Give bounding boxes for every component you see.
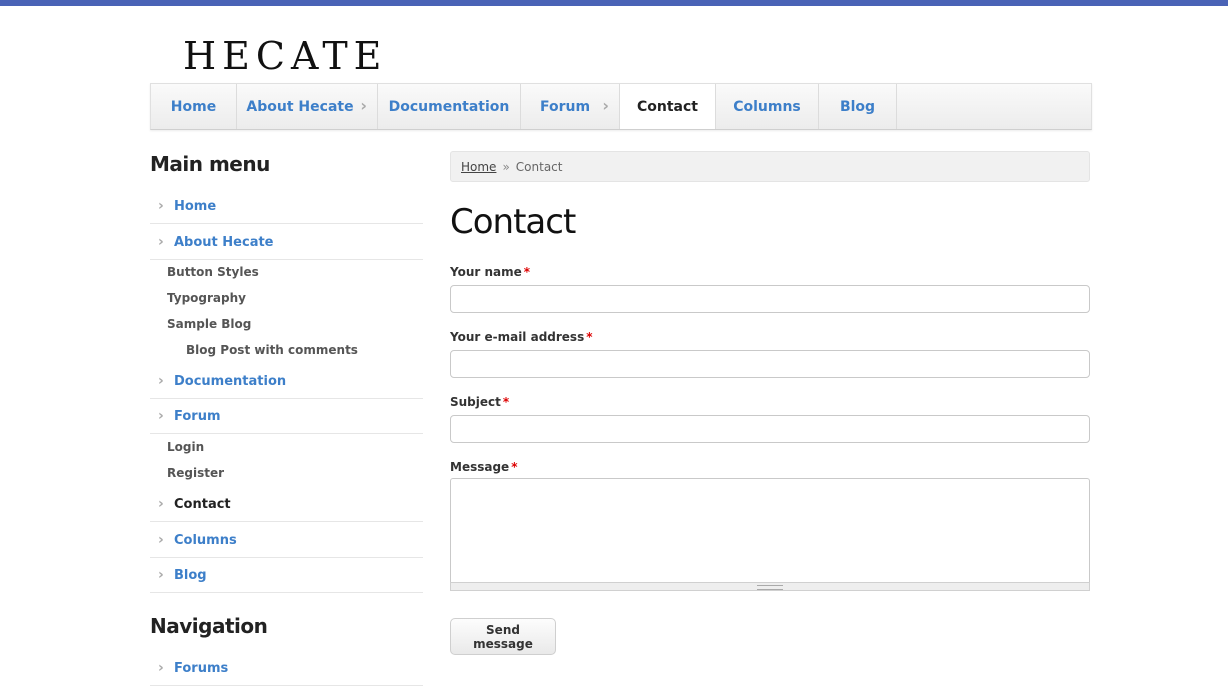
chevron-right-icon: › (158, 234, 164, 250)
subject-label-text: Subject (450, 395, 501, 409)
name-field[interactable] (450, 285, 1090, 313)
required-mark: * (502, 395, 510, 409)
sidebar-item-label: Documentation (174, 373, 287, 389)
top-accent-bar (0, 0, 1228, 6)
sidebar-item-label: Columns (174, 532, 237, 548)
sidebar-item-sample-blog[interactable]: Sample Blog (167, 317, 251, 331)
name-label: Your name * (450, 265, 530, 279)
textarea-resize-grip[interactable] (450, 582, 1090, 591)
chevron-right-icon: › (158, 567, 164, 583)
send-message-button[interactable]: Send message (450, 618, 556, 655)
nav-item-label: Documentation (388, 98, 510, 115)
site-logo[interactable]: HECATE (183, 34, 387, 78)
email-label-text: Your e-mail address (450, 330, 585, 344)
nav-item-label: Forum (539, 98, 591, 115)
sidebar-item-label: Forums (174, 660, 229, 676)
sidebar-item-contact[interactable]: › Contact (150, 487, 423, 522)
breadcrumb-home-link[interactable]: Home (461, 160, 496, 174)
sidebar-item-label: Forum (174, 408, 221, 424)
sidebar-item-home[interactable]: › Home (150, 189, 423, 224)
page-title: Contact (450, 202, 576, 242)
required-mark: * (586, 330, 593, 344)
nav-item-contact[interactable]: Contact (620, 84, 716, 129)
required-mark: * (523, 265, 531, 279)
sidebar-item-blog[interactable]: › Blog (150, 558, 423, 593)
sidebar-item-label: Blog (174, 567, 207, 583)
subject-label: Subject * (450, 395, 509, 409)
message-label: Message * (450, 460, 517, 474)
breadcrumb-separator: » (502, 159, 510, 174)
chevron-right-icon: › (158, 660, 164, 676)
sidebar-item-label: Home (174, 198, 217, 214)
nav-item-label: Blog (839, 98, 876, 115)
email-label: Your e-mail address * (450, 330, 593, 344)
nav-item-documentation[interactable]: Documentation (378, 84, 521, 129)
message-label-text: Message (450, 460, 510, 474)
sidebar-item-forum[interactable]: › Forum (150, 399, 423, 434)
chevron-right-icon: › (158, 408, 164, 424)
sidebar-item-login[interactable]: Login (167, 440, 204, 454)
subject-field[interactable] (450, 415, 1090, 443)
chevron-right-icon: › (158, 496, 164, 512)
chevron-right-icon: › (158, 198, 164, 214)
name-label-text: Your name (450, 265, 522, 279)
breadcrumb: Home » Contact (450, 151, 1090, 182)
nav-item-about-hecate[interactable]: About Hecate › (237, 84, 378, 129)
sidebar-item-columns[interactable]: › Columns (150, 523, 423, 558)
main-menu-title: Main menu (150, 152, 270, 176)
navigation-title: Navigation (150, 614, 268, 638)
nav-item-home[interactable]: Home (151, 84, 237, 129)
message-textarea[interactable] (450, 478, 1090, 583)
sidebar-item-documentation[interactable]: › Documentation (150, 364, 423, 399)
sidebar-item-forums[interactable]: › Forums (150, 651, 423, 686)
nav-item-label: Contact (637, 98, 698, 115)
sidebar-item-label: About Hecate (174, 234, 274, 250)
sidebar-item-typography[interactable]: Typography (167, 291, 246, 305)
sidebar-item-label: Contact (174, 496, 231, 512)
sidebar-item-button-styles[interactable]: Button Styles (167, 265, 259, 279)
chevron-right-icon: › (158, 373, 164, 389)
nav-item-columns[interactable]: Columns (716, 84, 819, 129)
resize-grip-icon (757, 585, 783, 590)
primary-nav: Home About Hecate › Documentation Forum › … (150, 83, 1092, 130)
chevron-right-icon: › (158, 532, 164, 548)
nav-item-label: About Hecate (246, 98, 354, 115)
nav-item-forum[interactable]: Forum › (521, 84, 620, 129)
nav-item-label: Home (170, 98, 217, 115)
sidebar-item-about-hecate[interactable]: › About Hecate (150, 225, 423, 260)
chevron-right-icon: › (602, 96, 609, 115)
nav-item-blog[interactable]: Blog (819, 84, 897, 129)
chevron-right-icon: › (360, 96, 367, 115)
breadcrumb-current: Contact (515, 159, 563, 174)
sidebar-item-blog-post[interactable]: Blog Post with comments (186, 343, 358, 357)
email-field[interactable] (450, 350, 1090, 378)
nav-item-label: Columns (733, 98, 801, 115)
required-mark: * (511, 460, 518, 474)
sidebar-item-register[interactable]: Register (167, 466, 224, 480)
